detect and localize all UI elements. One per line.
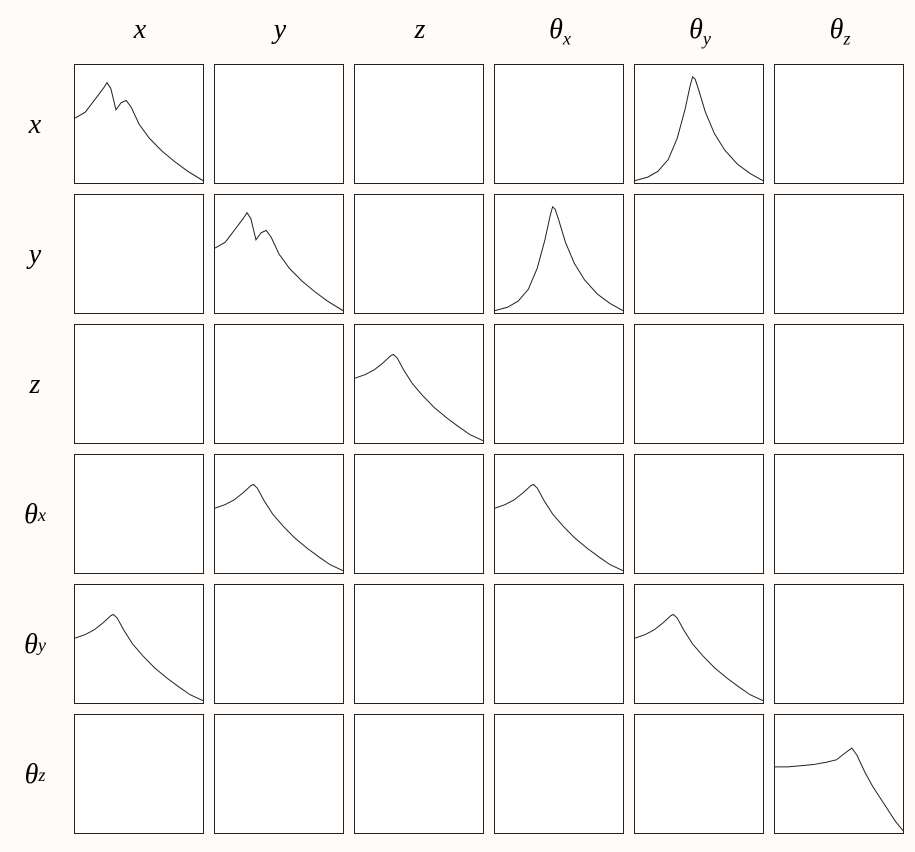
cell-z-x (70, 320, 210, 450)
cell-panel (74, 584, 204, 704)
cell-y-z (350, 190, 490, 320)
row-labels: x y z θx θy θz (0, 60, 70, 840)
col-label-theta-z: θz (770, 0, 910, 60)
cell-panel (774, 324, 904, 444)
cell-y-y (210, 190, 350, 320)
cell-y-x (70, 190, 210, 320)
row-label-z: z (0, 320, 70, 450)
cell-panel (214, 324, 344, 444)
cell-panel (354, 194, 484, 314)
spectra-matrix: x y z θx θy θz x y z θx θy θz (0, 0, 915, 852)
cell-panel (74, 714, 204, 834)
cell-θy-z (350, 580, 490, 710)
cell-panel (774, 64, 904, 184)
cell-panel (354, 714, 484, 834)
cell-panel (214, 584, 344, 704)
cell-θx-θy (630, 450, 770, 580)
cell-x-θz (770, 60, 910, 190)
cell-panel (214, 714, 344, 834)
cell-panel (634, 64, 764, 184)
cell-panel (634, 194, 764, 314)
col-label-theta-y: θy (630, 0, 770, 60)
cell-panel (74, 324, 204, 444)
cell-panel (634, 324, 764, 444)
cell-panel (634, 454, 764, 574)
cell-panel (74, 64, 204, 184)
curve (635, 585, 763, 703)
cell-panel (214, 64, 344, 184)
cell-x-θx (490, 60, 630, 190)
cell-panel (494, 454, 624, 574)
cell-θx-z (350, 450, 490, 580)
row-label-x: x (0, 60, 70, 190)
cell-θx-x (70, 450, 210, 580)
cell-x-x (70, 60, 210, 190)
curve (75, 585, 203, 703)
cell-θy-y (210, 580, 350, 710)
cell-panel (494, 714, 624, 834)
cell-θz-θy (630, 710, 770, 840)
cell-panel (494, 584, 624, 704)
cell-panel (634, 714, 764, 834)
cell-z-y (210, 320, 350, 450)
cell-θz-y (210, 710, 350, 840)
cell-θz-θz (770, 710, 910, 840)
cell-panel (494, 64, 624, 184)
col-label-z: z (350, 0, 490, 60)
cell-θz-z (350, 710, 490, 840)
cell-panel (774, 584, 904, 704)
cell-θz-θx (490, 710, 630, 840)
cell-z-θx (490, 320, 630, 450)
cell-θy-θx (490, 580, 630, 710)
curve (215, 195, 343, 313)
cell-panel (634, 584, 764, 704)
cell-z-θy (630, 320, 770, 450)
cell-θx-θx (490, 450, 630, 580)
cell-panel (74, 194, 204, 314)
col-label-theta-x: θx (490, 0, 630, 60)
row-label-y: y (0, 190, 70, 320)
curve (355, 325, 483, 443)
curve (635, 65, 763, 183)
curve (495, 455, 623, 573)
cell-θx-θz (770, 450, 910, 580)
cell-y-θz (770, 190, 910, 320)
cell-y-θy (630, 190, 770, 320)
cell-panel (774, 194, 904, 314)
cell-panel (494, 194, 624, 314)
cell-panel (354, 584, 484, 704)
row-label-theta-y: θy (0, 580, 70, 710)
cell-θy-θy (630, 580, 770, 710)
plot-grid (70, 60, 910, 840)
curve (495, 195, 623, 313)
cell-panel (74, 454, 204, 574)
col-label-y: y (210, 0, 350, 60)
row-label-theta-x: θx (0, 450, 70, 580)
cell-x-z (350, 60, 490, 190)
row-label-theta-z: θz (0, 710, 70, 840)
cell-panel (494, 324, 624, 444)
curve (775, 715, 903, 833)
cell-y-θx (490, 190, 630, 320)
cell-θy-x (70, 580, 210, 710)
cell-θy-θz (770, 580, 910, 710)
cell-θx-y (210, 450, 350, 580)
cell-z-θz (770, 320, 910, 450)
cell-panel (774, 454, 904, 574)
cell-z-z (350, 320, 490, 450)
column-labels: x y z θx θy θz (70, 0, 910, 60)
curve (215, 455, 343, 573)
cell-panel (774, 714, 904, 834)
cell-panel (354, 64, 484, 184)
col-label-x: x (70, 0, 210, 60)
cell-panel (214, 194, 344, 314)
cell-θz-x (70, 710, 210, 840)
cell-x-y (210, 60, 350, 190)
cell-panel (354, 454, 484, 574)
cell-x-θy (630, 60, 770, 190)
cell-panel (214, 454, 344, 574)
cell-panel (354, 324, 484, 444)
curve (75, 65, 203, 183)
